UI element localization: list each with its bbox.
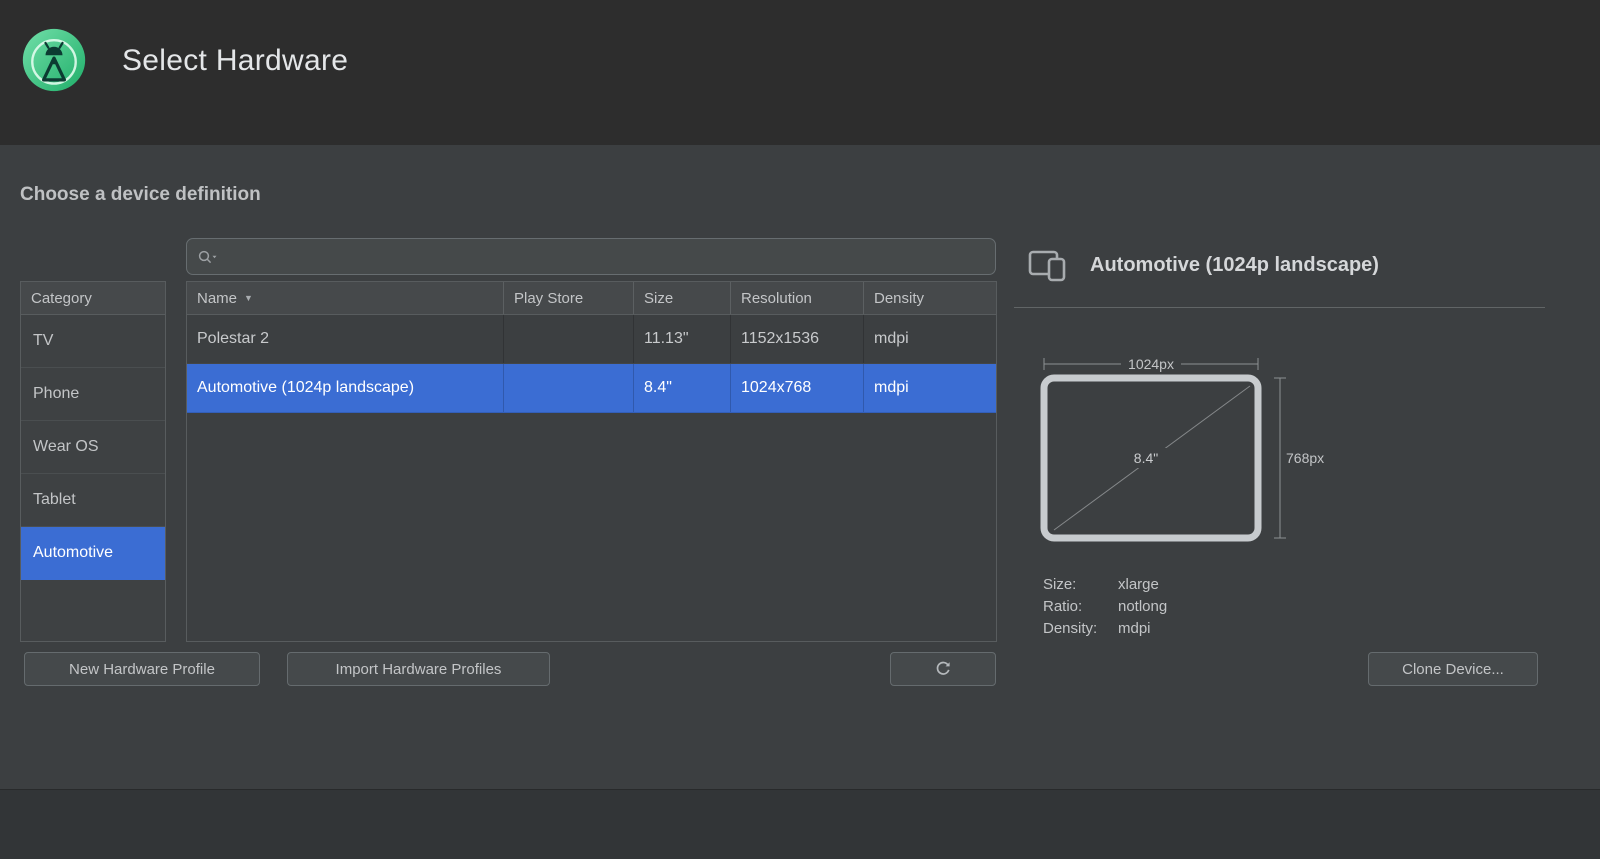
clone-device-button[interactable]: Clone Device... <box>1368 652 1538 686</box>
category-header: Category <box>21 282 165 315</box>
column-header-size[interactable]: Size <box>634 282 731 314</box>
diagram-diagonal-label: 8.4" <box>1134 450 1158 466</box>
new-hardware-profile-button[interactable]: New Hardware Profile <box>24 652 260 686</box>
device-search-box[interactable] <box>186 238 996 275</box>
column-header-name[interactable]: Name ▼ <box>187 282 504 314</box>
detail-divider <box>1014 307 1545 308</box>
device-icon <box>1028 248 1066 282</box>
diagram-width-label: 1024px <box>1128 356 1174 372</box>
category-item-tv[interactable]: TV <box>21 315 165 368</box>
table-row-polestar-2[interactable]: Polestar 2 11.13" 1152x1536 mdpi <box>187 315 996 364</box>
detail-device-title: Automotive (1024p landscape) <box>1090 254 1379 277</box>
section-title: Choose a device definition <box>20 184 261 206</box>
device-specs: Size: xlarge Ratio: notlong Density: mdp… <box>1043 574 1167 640</box>
chevron-down-icon <box>213 255 217 257</box>
refresh-button[interactable] <box>890 652 996 686</box>
device-table: Name ▼ Play Store Size Resolution Densit… <box>186 281 997 642</box>
import-hardware-profiles-button[interactable]: Import Hardware Profiles <box>287 652 550 686</box>
refresh-icon <box>934 661 952 678</box>
category-list: Category TV Phone Wear OS Tablet Automot… <box>20 281 166 642</box>
category-item-automotive[interactable]: Automotive <box>21 527 165 580</box>
category-item-tablet[interactable]: Tablet <box>21 474 165 527</box>
titlebar: Select Hardware <box>0 0 1600 145</box>
android-studio-logo-icon <box>20 26 88 94</box>
column-header-density[interactable]: Density <box>864 282 996 314</box>
category-item-wear-os[interactable]: Wear OS <box>21 421 165 474</box>
table-row-automotive-1024p[interactable]: Automotive (1024p landscape) 8.4" 1024x7… <box>187 364 996 413</box>
footer-bar: ? Cancel Previous Next Finish <box>0 789 1600 859</box>
search-input[interactable] <box>227 248 985 265</box>
window-title: Select Hardware <box>122 44 348 78</box>
device-dimensions-diagram: 1024px 8.4" 768px <box>1028 348 1340 560</box>
column-header-play-store[interactable]: Play Store <box>504 282 634 314</box>
sort-desc-icon: ▼ <box>244 293 253 303</box>
diagram-height-label: 768px <box>1286 450 1324 466</box>
category-item-phone[interactable]: Phone <box>21 368 165 421</box>
spec-ratio: Ratio: notlong <box>1043 596 1167 618</box>
select-hardware-dialog: Select Hardware Choose a device definiti… <box>0 0 1600 859</box>
search-icon <box>197 249 219 265</box>
device-table-header: Name ▼ Play Store Size Resolution Densit… <box>187 282 996 315</box>
spec-density: Density: mdpi <box>1043 618 1167 640</box>
spec-size: Size: xlarge <box>1043 574 1167 596</box>
detail-header: Automotive (1024p landscape) <box>1028 248 1379 282</box>
column-header-resolution[interactable]: Resolution <box>731 282 864 314</box>
